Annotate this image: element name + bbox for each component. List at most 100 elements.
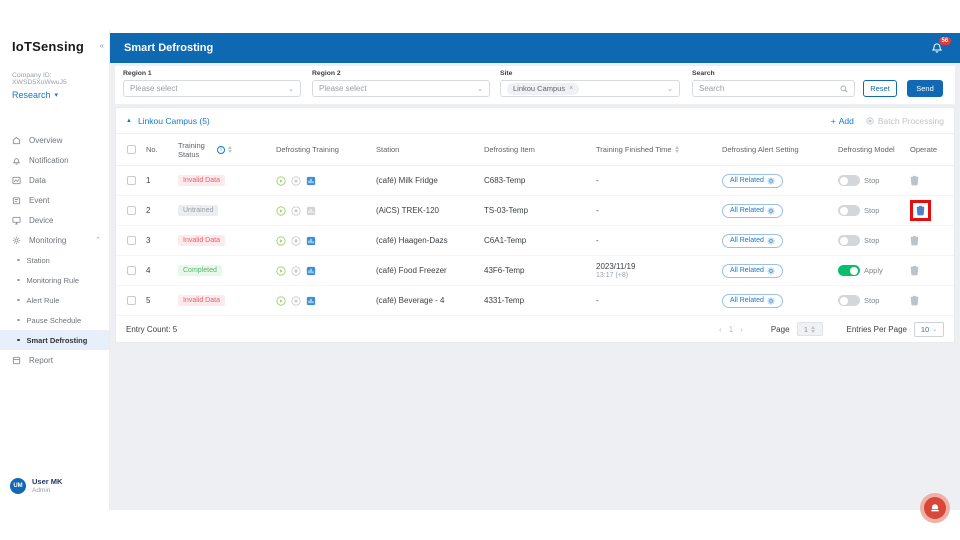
model-state-label: Stop (864, 236, 879, 245)
sort-icon[interactable] (228, 146, 232, 153)
defrosting-training-actions (276, 176, 376, 186)
stop-training-icon[interactable] (291, 296, 301, 306)
model-toggle[interactable] (838, 175, 860, 186)
all-related-button[interactable]: All Related (722, 174, 783, 188)
training-report-icon[interactable] (306, 206, 316, 216)
reset-button[interactable]: Reset (863, 80, 897, 97)
training-report-icon[interactable] (306, 236, 316, 246)
batch-button-label: Batch Processing (878, 116, 944, 126)
row-checkbox[interactable] (127, 236, 136, 245)
start-training-icon[interactable] (276, 266, 286, 276)
send-button[interactable]: Send (907, 80, 943, 97)
table-header: No. Training Status i Defrosting Trainin… (116, 134, 954, 166)
entries-per-page-select[interactable]: 10 ⌄ (914, 322, 944, 337)
user-profile[interactable]: UM User MK Admin (10, 477, 62, 494)
sidebar-item-pause-schedule[interactable]: Pause Schedule (0, 310, 109, 330)
row-checkbox[interactable] (127, 266, 136, 275)
info-icon[interactable]: i (217, 146, 225, 154)
delete-button[interactable] (910, 200, 931, 221)
all-related-button[interactable]: All Related (722, 234, 783, 248)
table-row: 2 Untrained (AiCS) TREK-120 TS-03-Temp -… (116, 196, 954, 226)
model-toggle[interactable] (838, 235, 860, 246)
notification-bell-button[interactable]: 56 (930, 40, 946, 56)
model-toggle[interactable] (838, 265, 860, 276)
stepper-icon[interactable] (811, 326, 815, 333)
sidebar-item-monitoring[interactable]: Monitoring ⌃ (0, 230, 109, 250)
gear-icon (12, 236, 21, 245)
col-defrosting-model: Defrosting Model (838, 145, 910, 154)
delete-button[interactable] (910, 265, 919, 276)
site-select[interactable]: Linkou Campus × ⌄ (500, 80, 680, 97)
select-all-checkbox[interactable] (127, 145, 136, 154)
station-cell: (café) Haagen-Dazs (376, 236, 484, 245)
stop-training-icon[interactable] (291, 266, 301, 276)
workspace-selector[interactable]: Research ▾ (0, 90, 109, 100)
sidebar-collapse-icon[interactable]: « (100, 41, 104, 50)
model-toggle[interactable] (838, 295, 860, 306)
row-checkbox[interactable] (127, 176, 136, 185)
row-checkbox[interactable] (127, 296, 136, 305)
sidebar-item-monitoring-rule[interactable]: Monitoring Rule (0, 270, 109, 290)
start-training-icon[interactable] (276, 296, 286, 306)
search-input[interactable]: Search (692, 80, 855, 97)
sidebar-item-alert-rule[interactable]: Alert Rule (0, 290, 109, 310)
row-number: 1 (146, 176, 178, 185)
chevron-down-icon: ⌄ (667, 85, 673, 93)
sidebar-item-station[interactable]: Station (0, 250, 109, 270)
region2-select[interactable]: Please select ⌄ (312, 80, 490, 97)
sidebar-subitem-label: Station (27, 256, 50, 265)
stop-training-icon[interactable] (291, 236, 301, 246)
add-button[interactable]: +Add (831, 116, 854, 126)
chevron-down-icon: ⌄ (932, 326, 937, 333)
sidebar-item-smart-defrosting[interactable]: Smart Defrosting (0, 330, 109, 350)
delete-button[interactable] (910, 175, 919, 186)
region1-select[interactable]: Please select ⌄ (123, 80, 301, 97)
next-page-button[interactable]: › (740, 325, 743, 334)
prev-page-button[interactable]: ‹ (719, 325, 722, 334)
search-label: Search (692, 70, 855, 77)
sidebar-item-report[interactable]: Report (0, 350, 109, 370)
station-cell: (café) Milk Fridge (376, 176, 484, 185)
stop-training-icon[interactable] (291, 206, 301, 216)
station-cell: (café) Food Freezer (376, 266, 484, 275)
defrosting-training-actions (276, 296, 376, 306)
start-training-icon[interactable] (276, 236, 286, 246)
trash-icon (910, 295, 919, 306)
all-related-button[interactable]: All Related (722, 204, 783, 218)
remove-tag-icon[interactable]: × (569, 85, 573, 92)
bullet-icon (17, 339, 20, 342)
sidebar-item-notification[interactable]: Notification (0, 150, 109, 170)
group-title: Linkou Campus (5) (138, 116, 210, 126)
row-checkbox[interactable] (127, 206, 136, 215)
start-training-icon[interactable] (276, 206, 286, 216)
pagination: ‹ 1 › Page 1 Entries Per Page 10 ⌄ (719, 322, 944, 337)
training-report-icon[interactable] (306, 296, 316, 306)
delete-button[interactable] (910, 295, 919, 306)
chevron-down-icon: ⌄ (288, 85, 294, 93)
start-training-icon[interactable] (276, 176, 286, 186)
page-input-value: 1 (804, 325, 808, 334)
model-toggle[interactable] (838, 205, 860, 216)
finished-time-cell: 2023/11/19 13:17 (+8) (596, 262, 722, 279)
filter-bar: Region 1 Please select ⌄ Region 2 Please… (115, 66, 955, 104)
alert-fab-button[interactable] (920, 493, 950, 523)
plus-icon: + (831, 116, 836, 126)
gear-icon (767, 267, 775, 275)
stop-training-icon[interactable] (291, 176, 301, 186)
sidebar-item-overview[interactable]: Overview (0, 130, 109, 150)
training-report-icon[interactable] (306, 176, 316, 186)
all-related-button[interactable]: All Related (722, 264, 783, 278)
defrosting-training-actions (276, 206, 376, 216)
batch-processing-button[interactable]: Batch Processing (866, 116, 944, 126)
delete-button[interactable] (910, 235, 919, 246)
page-number[interactable]: 1 (729, 325, 733, 334)
page-input[interactable]: 1 (797, 322, 823, 336)
sidebar-item-device[interactable]: Device (0, 210, 109, 230)
finished-time-cell: - (596, 206, 722, 215)
sidebar-item-data[interactable]: Data (0, 170, 109, 190)
sort-icon[interactable] (675, 146, 679, 153)
collapse-caret-icon[interactable]: ▲ (126, 118, 132, 124)
all-related-button[interactable]: All Related (722, 294, 783, 308)
sidebar-item-event[interactable]: Event (0, 190, 109, 210)
training-report-icon[interactable] (306, 266, 316, 276)
